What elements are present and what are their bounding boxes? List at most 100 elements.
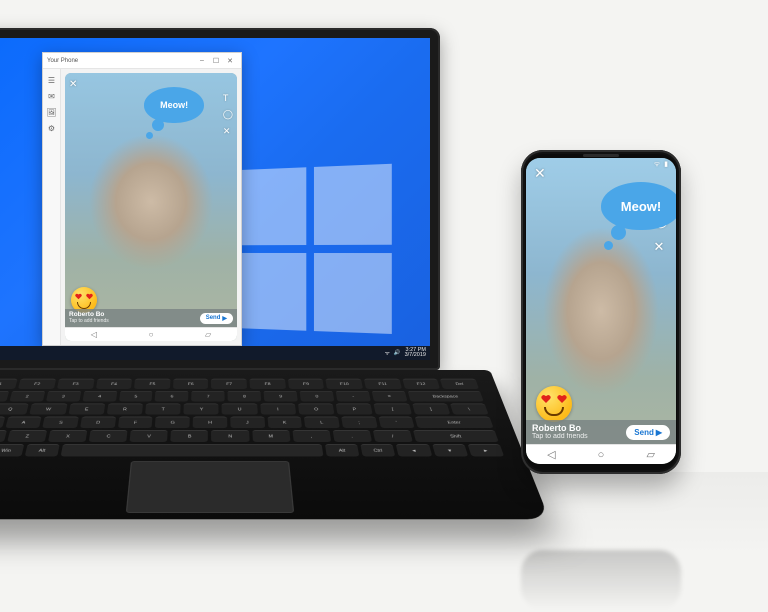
window-titlebar[interactable]: Your Phone – ☐ ✕ <box>43 53 241 69</box>
smartphone-screen[interactable]: ᯤ ▮ ✕ T ◯ ✕ Meow! Roberto Bo Tap to add … <box>526 158 676 464</box>
key-9[interactable]: 9 <box>264 391 298 402</box>
key-f12[interactable]: F12 <box>402 379 440 389</box>
key-f3[interactable]: F3 <box>57 379 94 389</box>
key-f7[interactable]: F7 <box>212 379 248 389</box>
key-f11[interactable]: F11 <box>364 379 402 389</box>
key-\[interactable]: \ <box>450 404 489 415</box>
key-a[interactable]: A <box>5 417 42 428</box>
key-f9[interactable]: F9 <box>288 379 325 389</box>
key-m[interactable]: M <box>252 430 290 442</box>
key-n[interactable]: N <box>212 430 250 442</box>
key-k[interactable]: K <box>267 417 302 428</box>
key-e[interactable]: E <box>68 404 105 415</box>
trackpad[interactable] <box>126 461 294 513</box>
key-f2[interactable]: F2 <box>18 379 56 389</box>
key-r[interactable]: R <box>107 404 143 415</box>
key-'[interactable]: ' <box>378 417 415 428</box>
nav-recent-button[interactable]: ▱ <box>646 448 654 461</box>
key-f1[interactable]: F1 <box>0 379 18 389</box>
key-v[interactable]: V <box>130 430 168 442</box>
key-[[interactable]: [ <box>374 404 412 415</box>
key-f4[interactable]: F4 <box>96 379 133 389</box>
volume-icon[interactable]: 🔊 <box>394 350 401 356</box>
key-1[interactable]: 1 <box>0 391 9 402</box>
nav-home-button[interactable]: ○ <box>598 449 605 461</box>
key-t[interactable]: T <box>145 404 181 415</box>
key-w[interactable]: W <box>30 404 67 415</box>
key-x[interactable]: X <box>48 430 87 442</box>
wifi-icon[interactable]: ᯤ <box>385 349 390 357</box>
nav-home-button[interactable]: ○ <box>149 330 154 339</box>
key-backspace[interactable]: Backspace <box>407 391 483 402</box>
key-d[interactable]: D <box>80 417 116 428</box>
key-p[interactable]: P <box>336 404 373 415</box>
send-button[interactable]: Send▶ <box>200 313 233 324</box>
key-/[interactable]: / <box>373 430 413 442</box>
thought-bubble-sticker[interactable]: Meow! <box>601 182 676 230</box>
heart-eyes-emoji-sticker[interactable] <box>536 386 572 422</box>
sticker-tool-icon[interactable]: ◯ <box>223 109 233 120</box>
your-phone-window[interactable]: Your Phone – ☐ ✕ ☰ ✉ 🖼 ⚙ <box>42 52 242 346</box>
mirrored-phone-screen[interactable]: ✕ T ◯ ✕ Meow! <box>65 73 237 341</box>
key-4[interactable]: 4 <box>82 391 117 402</box>
key-z[interactable]: Z <box>7 430 47 442</box>
sidebar-hamburger-icon[interactable]: ☰ <box>47 75 57 85</box>
recipient-subtext[interactable]: Tap to add friends <box>69 319 200 324</box>
photo-close-button[interactable]: ✕ <box>534 165 546 182</box>
key-s[interactable]: S <box>43 417 79 428</box>
key-f[interactable]: F <box>118 417 153 428</box>
discard-tool-icon[interactable]: ✕ <box>223 126 233 137</box>
recipient-subtext[interactable]: Tap to add friends <box>532 433 626 440</box>
thought-bubble-sticker[interactable]: Meow! <box>144 87 204 123</box>
key-g[interactable]: G <box>155 417 190 428</box>
key-j[interactable]: J <box>230 417 265 428</box>
key-7[interactable]: 7 <box>192 391 225 402</box>
key-f6[interactable]: F6 <box>173 379 209 389</box>
key-f5[interactable]: F5 <box>134 379 170 389</box>
taskbar-clock[interactable]: 3:27 PM 3/7/2019 <box>405 348 426 359</box>
key-q[interactable]: Q <box>0 404 29 415</box>
key-win[interactable]: Win <box>0 444 24 456</box>
key-►[interactable]: ► <box>467 444 504 456</box>
key-8[interactable]: 8 <box>228 391 262 402</box>
key-,[interactable]: , <box>292 430 331 442</box>
key-space[interactable] <box>61 444 324 456</box>
key-l[interactable]: L <box>304 417 340 428</box>
key-ctrl[interactable]: Ctrl <box>360 444 395 456</box>
sidebar-settings-icon[interactable]: ⚙ <box>47 123 57 133</box>
key-f10[interactable]: F10 <box>326 379 363 389</box>
send-button[interactable]: Send▶ <box>626 425 670 440</box>
window-close-button[interactable]: ✕ <box>223 57 237 65</box>
key-=[interactable]: = <box>372 391 408 402</box>
key-i[interactable]: I <box>260 404 296 415</box>
key-▼[interactable]: ▼ <box>432 444 468 456</box>
key-enter[interactable]: Enter <box>415 417 494 428</box>
key-caps[interactable]: Caps <box>0 417 5 428</box>
window-minimize-button[interactable]: – <box>195 57 209 64</box>
laptop-keyboard[interactable]: EscF1F2F3F4F5F6F7F8F9F10F11F12Del `12345… <box>0 370 549 519</box>
key-2[interactable]: 2 <box>9 391 45 402</box>
key-y[interactable]: Y <box>184 404 219 415</box>
key-3[interactable]: 3 <box>46 391 81 402</box>
windows-taskbar[interactable]: ᯤ 🔊 3:27 PM 3/7/2019 <box>0 346 430 360</box>
key-.[interactable]: . <box>332 430 371 442</box>
key-f8[interactable]: F8 <box>250 379 286 389</box>
nav-back-button[interactable]: ◁ <box>547 448 555 461</box>
key-alt[interactable]: Alt <box>325 444 360 456</box>
nav-back-button[interactable]: ◁ <box>91 330 97 339</box>
key-alt[interactable]: Alt <box>24 444 59 456</box>
key-shift[interactable]: Shift <box>413 430 499 442</box>
system-tray[interactable]: ᯤ 🔊 3:27 PM 3/7/2019 <box>385 348 426 359</box>
key-shift[interactable]: Shift <box>0 430 7 442</box>
key-5[interactable]: 5 <box>119 391 153 402</box>
nav-recent-button[interactable]: ▱ <box>205 330 211 339</box>
windows-desktop[interactable]: Your Phone – ☐ ✕ ☰ ✉ 🖼 ⚙ <box>0 38 430 360</box>
key-][interactable]: ] <box>412 404 450 415</box>
photo-close-button[interactable]: ✕ <box>69 79 77 90</box>
text-tool-icon[interactable]: T <box>223 93 233 103</box>
key-c[interactable]: C <box>89 430 128 442</box>
discard-tool-icon[interactable]: ✕ <box>653 239 668 255</box>
key-o[interactable]: O <box>298 404 335 415</box>
key-◄[interactable]: ◄ <box>396 444 432 456</box>
key-6[interactable]: 6 <box>155 391 189 402</box>
